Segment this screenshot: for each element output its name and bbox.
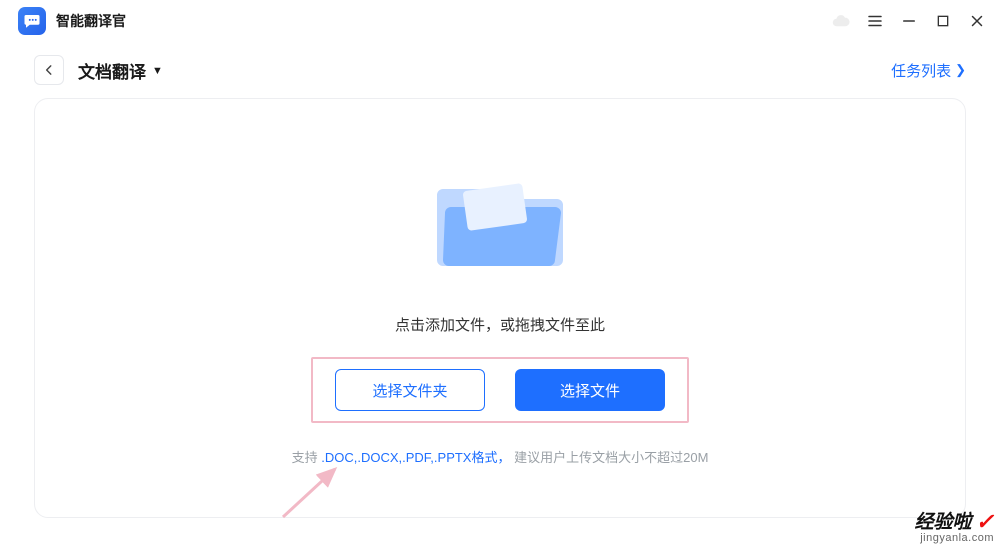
button-row-highlight: 选择文件夹 选择文件	[311, 357, 689, 423]
watermark-text: 经验啦	[915, 513, 972, 532]
page-title-dropdown[interactable]: 文档翻译 ▼	[78, 58, 163, 83]
app-title: 智能翻译官	[56, 11, 126, 31]
app-logo	[18, 7, 46, 35]
caret-down-icon: ▼	[152, 65, 163, 77]
close-icon[interactable]	[968, 12, 986, 30]
select-file-button[interactable]: 选择文件	[515, 369, 665, 411]
support-suffix: 建议用户上传文档大小不超过20M	[514, 450, 708, 465]
watermark: 经验啦 ✓ jingyanla.com	[915, 511, 994, 544]
titlebar: 智能翻译官	[0, 0, 1000, 42]
window-controls	[832, 12, 986, 30]
page-title-text: 文档翻译	[78, 58, 146, 83]
chat-bubble-icon	[23, 12, 41, 30]
folder-icon	[425, 159, 575, 284]
main-area: 点击添加文件，或拖拽文件至此 选择文件夹 选择文件 支持 .DOC,.DOCX,…	[0, 98, 1000, 548]
back-button[interactable]	[34, 55, 64, 85]
annotation-arrow-icon	[275, 459, 355, 529]
task-list-link[interactable]: 任务列表 ❯	[891, 60, 966, 81]
maximize-icon[interactable]	[934, 12, 952, 30]
task-list-label: 任务列表	[891, 60, 951, 81]
drop-zone-card[interactable]: 点击添加文件，或拖拽文件至此 选择文件夹 选择文件 支持 .DOC,.DOCX,…	[34, 98, 966, 518]
cloud-icon[interactable]	[832, 12, 850, 30]
menu-icon[interactable]	[866, 12, 884, 30]
subheader: 文档翻译 ▼ 任务列表 ❯	[0, 42, 1000, 98]
minimize-icon[interactable]	[900, 12, 918, 30]
select-folder-button[interactable]: 选择文件夹	[335, 369, 485, 411]
drop-hint-text: 点击添加文件，或拖拽文件至此	[395, 314, 605, 335]
checkmark-icon: ✓	[976, 511, 994, 533]
watermark-url: jingyanla.com	[915, 533, 994, 544]
chevron-right-icon: ❯	[955, 62, 966, 78]
chevron-left-icon	[42, 63, 56, 77]
